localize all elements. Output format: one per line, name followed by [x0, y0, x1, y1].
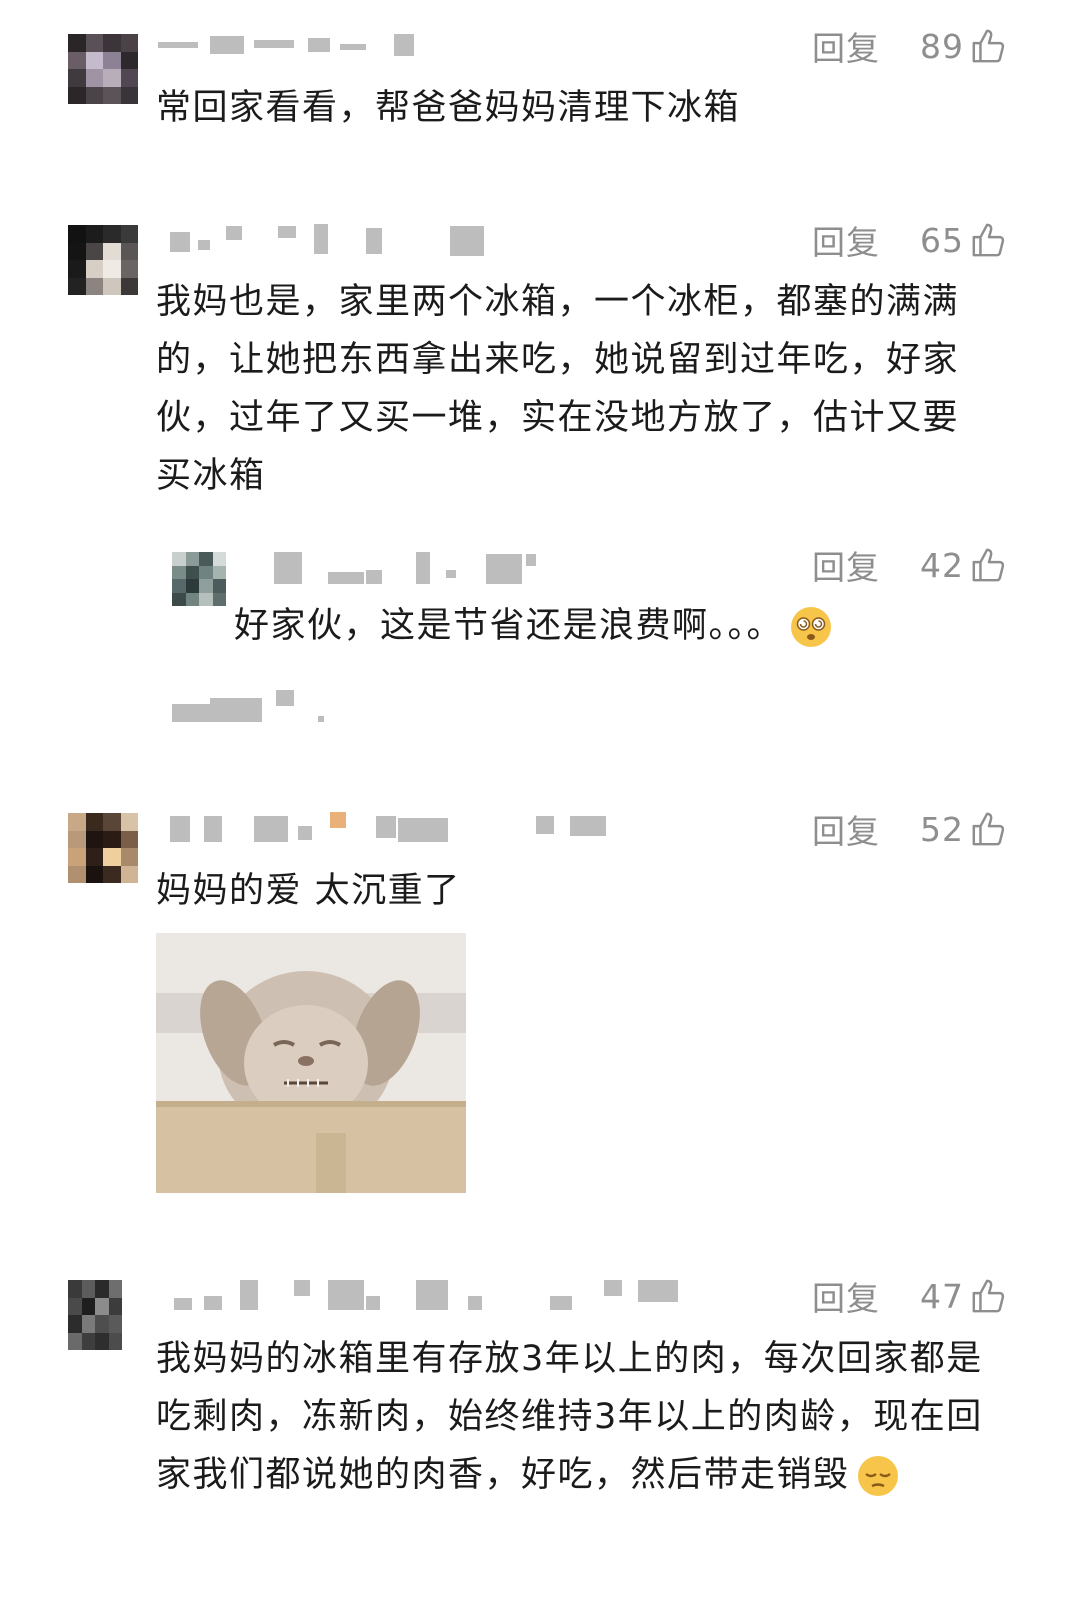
reply-button[interactable]: 回复 [812, 541, 880, 589]
like-button[interactable]: 42 [920, 546, 1008, 585]
like-button[interactable]: 89 [920, 27, 1008, 66]
comment-text-row: 我妈妈的冰箱里有存放3年以上的肉，每次回家都是吃剩肉，冻新肉，始终维持3年以上的… [156, 1330, 986, 1504]
thumbs-up-icon [972, 812, 1005, 846]
reply-button[interactable]: 回复 [812, 805, 880, 853]
comment-text: 妈妈的爱 太沉重了 [156, 871, 461, 911]
comment-actions: 回复 52 [812, 805, 1008, 853]
avatar[interactable] [68, 225, 138, 295]
comment-text: 我妈也是，家里两个冰箱，一个冰柜，都塞的满满的，让她把东西拿出来吃，她说留到过年… [156, 282, 960, 496]
like-button[interactable]: 65 [920, 221, 1008, 260]
comment-text: 常回家看看，帮爸爸妈妈清理下冰箱 [156, 88, 741, 128]
reply-avatar[interactable] [172, 552, 226, 606]
thumbs-up-icon [972, 1279, 1005, 1313]
comment-image-dog-meme[interactable] [156, 933, 466, 1193]
reply-button[interactable]: 回复 [812, 216, 880, 264]
reply-button[interactable]: 回复 [812, 22, 880, 70]
reply-actions: 回复 42 [812, 541, 1008, 589]
thumbs-up-icon [972, 29, 1005, 63]
comment-actions: 回复 65 [812, 216, 1008, 264]
reply-text-row: 好家伙，这是节省还是浪费啊。。。 [234, 597, 994, 655]
username-blurred[interactable] [170, 224, 490, 256]
like-count: 47 [920, 1276, 964, 1316]
comment-actions: 回复 89 [812, 22, 1008, 70]
reply-username-blurred[interactable] [250, 552, 550, 584]
avatar[interactable] [68, 34, 138, 104]
like-count: 65 [920, 220, 964, 260]
reply-text: 好家伙，这是节省还是浪费啊。。。 [234, 606, 784, 646]
like-button[interactable]: 52 [920, 810, 1008, 849]
username-blurred[interactable] [158, 30, 428, 60]
thumbs-up-icon [972, 548, 1005, 582]
like-count: 89 [920, 26, 964, 66]
dizzy-face-emoji-icon [791, 607, 832, 647]
reply-button[interactable]: 回复 [812, 1272, 880, 1320]
username-blurred[interactable] [170, 1280, 690, 1310]
like-button[interactable]: 47 [920, 1277, 1008, 1316]
avatar[interactable] [68, 813, 138, 883]
more-replies-blurred[interactable] [172, 690, 332, 722]
like-count: 42 [920, 545, 964, 585]
like-count: 52 [920, 809, 964, 849]
comment-actions: 回复 47 [812, 1272, 1008, 1320]
dog-meme-image [156, 933, 466, 1193]
username-blurred[interactable] [170, 810, 610, 842]
pensive-face-emoji-icon [857, 1456, 898, 1496]
thumbs-up-icon [972, 223, 1005, 257]
avatar[interactable] [68, 1280, 122, 1350]
